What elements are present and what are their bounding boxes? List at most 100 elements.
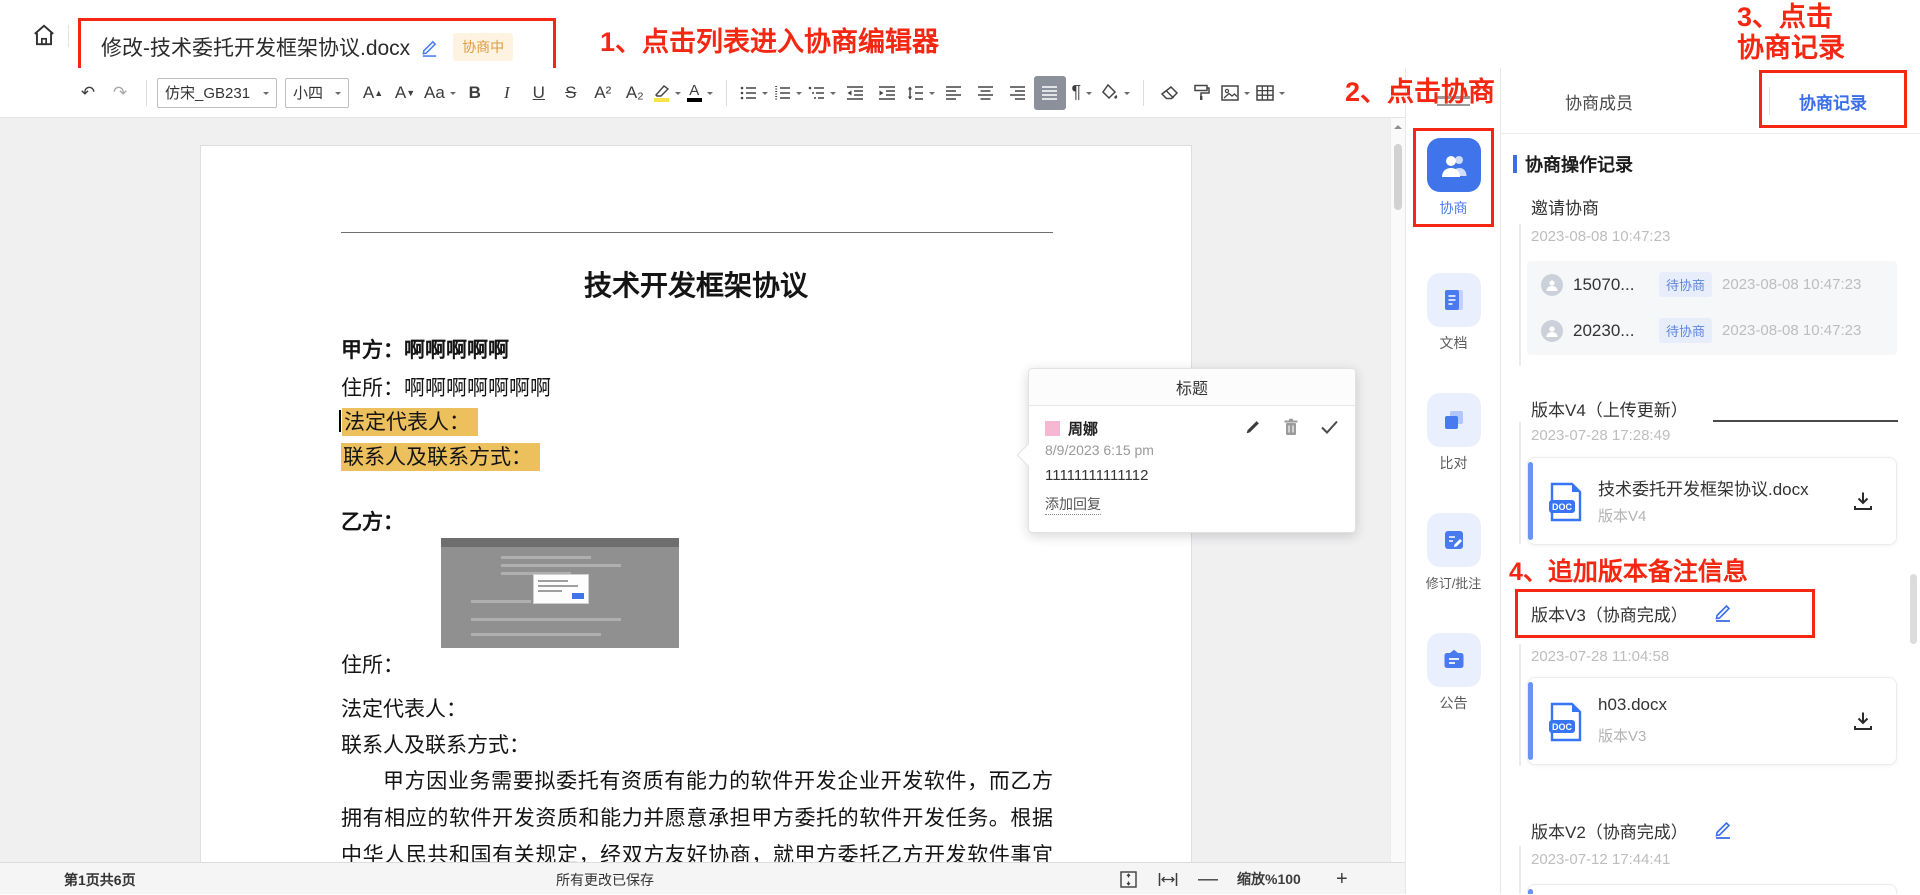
zoom-in-button[interactable]: +	[1336, 863, 1348, 895]
panel-scrollbar-thumb[interactable]	[1910, 574, 1917, 644]
font-family-select[interactable]: 仿宋_GB231	[157, 77, 277, 108]
document-scrollbar[interactable]	[1390, 118, 1405, 862]
clear-format-button[interactable]	[1154, 76, 1186, 110]
zoom-out-button[interactable]: —	[1198, 863, 1218, 895]
comment-resolve-button[interactable]	[1320, 419, 1339, 435]
add-reply-link[interactable]: 添加回复	[1045, 494, 1101, 515]
paint-bucket-icon	[1101, 84, 1118, 100]
pending-badge: 待协商	[1659, 318, 1713, 343]
bold-button[interactable]: B	[459, 76, 491, 110]
version-v4-time: 2023-07-28 17:28:49	[1531, 427, 1671, 444]
document-title[interactable]: 修改-技术委托开发框架协议.docx	[101, 32, 410, 62]
decrease-font-button[interactable]: A ▼	[389, 76, 421, 110]
doc-line-party-a[interactable]: 甲方：啊啊啊啊啊	[341, 334, 509, 364]
download-button[interactable]	[1852, 710, 1874, 737]
rename-title-button[interactable]	[420, 38, 439, 57]
chevron-down-icon	[335, 91, 341, 98]
insert-table-button[interactable]	[1253, 76, 1288, 110]
increase-font-button[interactable]: A ▲	[357, 76, 389, 110]
scrollbar-thumb[interactable]	[1394, 144, 1402, 210]
rail-label: 比对	[1439, 455, 1468, 471]
font-color-button[interactable]: A	[684, 76, 716, 110]
collaboration-panel: 协商成员 协商记录 协商操作记录 邀请协商 2023-08-08 10:47:2…	[1500, 68, 1920, 894]
edit-version-note-button-v2[interactable]	[1713, 819, 1733, 844]
doc-line-address-b[interactable]: 住所：	[341, 649, 404, 679]
highlighted-text: 法定代表人：	[342, 408, 478, 436]
file-card-v2[interactable]	[1527, 884, 1897, 894]
rail-item-compare[interactable]: 比对	[1406, 393, 1501, 473]
card-accent-bar	[1528, 462, 1533, 540]
line-spacing-button[interactable]	[903, 76, 938, 110]
chevron-down-icon	[1086, 91, 1093, 98]
home-button[interactable]	[28, 19, 60, 51]
divider	[1142, 79, 1144, 106]
header-rule	[341, 232, 1053, 233]
rail-item-document[interactable]: 文档	[1406, 273, 1501, 353]
align-right-button[interactable]	[1002, 76, 1034, 110]
doc-paragraph[interactable]: 甲方因业务需要拟委托有资质有能力的软件开发企业开发软件，而乙方拥有相应的软件开发…	[341, 763, 1053, 862]
justify-button[interactable]	[1033, 75, 1066, 110]
doc-line-contact-b[interactable]: 联系人及联系方式：	[341, 729, 530, 759]
comment-delete-button[interactable]	[1283, 418, 1299, 436]
doc-line-address-a[interactable]: 住所：啊啊啊啊啊啊啊	[341, 372, 551, 402]
decrease-indent-button[interactable]	[839, 76, 871, 110]
edit-version-note-button-v3[interactable]	[1713, 602, 1733, 627]
doc-heading[interactable]: 技术开发框架协议	[201, 264, 1191, 304]
member-row[interactable]: 20230... 待协商 2023-08-08 10:47:23	[1541, 318, 1861, 343]
download-button[interactable]	[1852, 490, 1874, 517]
divider	[68, 25, 69, 47]
member-row[interactable]: 15070... 待协商 2023-08-08 10:47:23	[1541, 272, 1861, 297]
member-time: 2023-08-08 10:47:23	[1722, 276, 1862, 293]
version-v4-title: 版本V4（上传更新）	[1531, 401, 1688, 420]
superscript-button[interactable]: A²	[587, 76, 619, 110]
pilcrow-icon: ¶	[1071, 82, 1082, 102]
insert-image-button[interactable]	[1218, 76, 1253, 110]
font-size-select[interactable]: 小四	[285, 77, 349, 108]
outdent-icon	[846, 85, 863, 100]
undo-button[interactable]: ↶	[72, 76, 104, 110]
change-case-button[interactable]: Aa	[421, 76, 459, 110]
tab-negotiation-members[interactable]: 协商成员	[1565, 89, 1633, 114]
numbered-list-button[interactable]	[771, 76, 805, 110]
fit-page-icon	[1120, 870, 1137, 888]
rail-item-revisions[interactable]: 修订/批注	[1406, 513, 1501, 592]
highlight-color-button[interactable]	[651, 76, 684, 110]
comment-author-avatar	[1045, 421, 1060, 436]
italic-button[interactable]: I	[491, 76, 523, 110]
format-painter-button[interactable]	[1186, 76, 1218, 110]
subscript-button[interactable]: A₂	[619, 76, 651, 110]
shading-button[interactable]	[1098, 76, 1133, 110]
file-card-v3[interactable]: DOC h03.docx 版本V3	[1527, 677, 1897, 765]
doc-line-party-b[interactable]: 乙方：	[341, 506, 404, 536]
top-bar: 修改-技术委托开发框架协议.docx 协商中 1、点击列表进入协商编辑器 3、点…	[0, 0, 1920, 76]
increase-indent-button[interactable]	[871, 76, 903, 110]
pencil-icon	[1246, 421, 1259, 434]
align-center-icon	[978, 85, 994, 100]
save-status-label: 所有更改已保存	[556, 872, 654, 888]
rail-item-announcement[interactable]: 公告	[1406, 633, 1501, 713]
timeline-line	[1519, 422, 1521, 544]
fit-page-button[interactable]	[1120, 863, 1137, 895]
doc-file-icon: DOC	[1549, 482, 1582, 522]
rail-item-negotiate[interactable]: 协商	[1406, 138, 1501, 218]
tab-negotiation-records[interactable]: 协商记录	[1788, 89, 1878, 114]
formatting-toolbar: ↶ ↷ 仿宋_GB231 小四 A ▲ A ▼ Aa B I U S A² A₂ A	[0, 68, 1405, 118]
doc-line-legal-rep-b[interactable]: 法定代表人：	[341, 693, 467, 723]
rail-label: 文档	[1439, 335, 1468, 351]
comment-edit-button[interactable]	[1244, 418, 1262, 436]
fit-width-button[interactable]	[1158, 863, 1178, 895]
doc-line-contact-a[interactable]: 联系人及联系方式：	[341, 441, 540, 471]
align-center-button[interactable]	[970, 76, 1002, 110]
redo-button[interactable]: ↷	[104, 76, 136, 110]
bullet-list-button[interactable]	[737, 76, 771, 110]
paragraph-mark-button[interactable]: ¶	[1066, 76, 1098, 110]
rail-label: 协商	[1439, 200, 1468, 216]
doc-line-legal-rep-a[interactable]: 法定代表人：	[339, 406, 478, 436]
align-left-button[interactable]	[938, 76, 970, 110]
underline-button[interactable]: U	[523, 76, 555, 110]
multilevel-list-button[interactable]	[805, 76, 839, 110]
embedded-screenshot-image[interactable]	[441, 538, 679, 648]
chevron-down-icon	[674, 91, 681, 98]
strikethrough-button[interactable]: S	[555, 76, 587, 110]
file-card-v4[interactable]: DOC 技术委托开发框架协议.docx 版本V4	[1527, 457, 1897, 545]
